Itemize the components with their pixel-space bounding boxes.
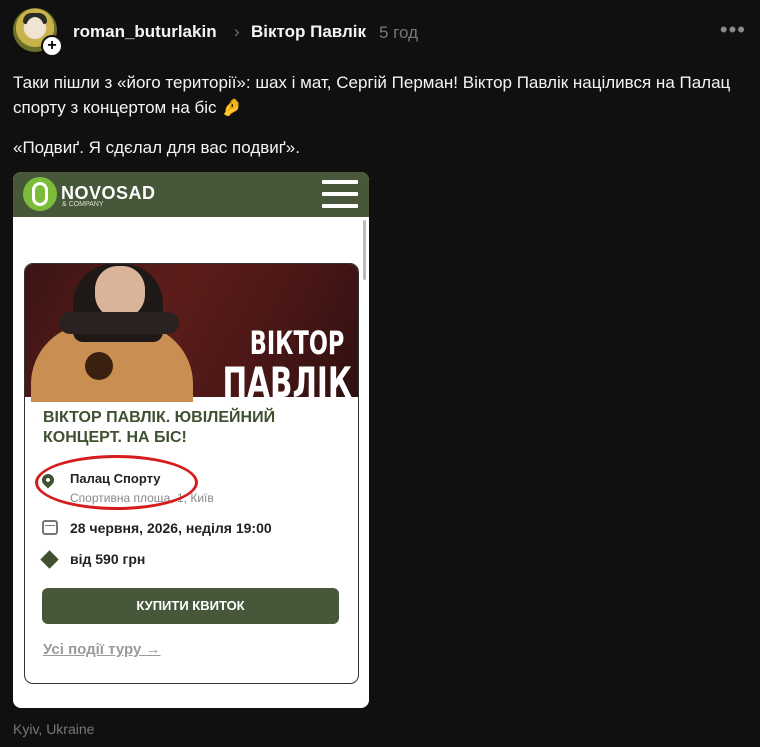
username[interactable]: roman_buturlakin (73, 22, 217, 42)
post-text: Таки пішли з «його території»: шах і мат… (13, 73, 731, 117)
event-hero-image: ВІКТОР ПАВЛІК (25, 264, 358, 407)
topic-tag[interactable]: Віктор Павлік (251, 22, 366, 42)
post-time: 5 год (379, 23, 419, 42)
attached-screenshot[interactable]: NOVOSAD & COMPANY ВІКТОР ПАВЛІК ВІКТОР П… (13, 172, 369, 708)
ticket-icon (40, 550, 59, 569)
post-location[interactable]: Kyiv, Ukraine (13, 721, 94, 737)
avatar-face (26, 17, 44, 39)
chevron-right-icon: › (234, 22, 240, 41)
event-card: ВІКТОР ПАВЛІК ВІКТОР ПАВЛІК. ЮВІЛЕЙНИЙ К… (24, 263, 359, 684)
ticket-price: від 590 грн (70, 551, 146, 567)
event-title: ВІКТОР ПАВЛІК. ЮВІЛЕЙНИЙ КОНЦЕРТ. НА БІС… (43, 409, 276, 446)
artist-head (95, 266, 145, 318)
site-logo-sub: & COMPANY (62, 201, 104, 208)
hero-name-first: ВІКТОР (249, 324, 344, 362)
calendar-icon (42, 520, 58, 535)
buy-ticket-button: КУПИТИ КВИТОК (42, 588, 339, 624)
post-quote: «Подвиґ. Я сдєлал для вас подвиґ». (13, 138, 300, 157)
red-highlight-circle (35, 455, 198, 510)
follow-plus-icon[interactable]: + (41, 35, 63, 57)
artist-arm (59, 312, 179, 334)
post-header: + roman_buturlakin › Віктор Павлік 5 год… (13, 8, 750, 57)
event-date: 28 червня, 2026, неділя 19:00 (70, 520, 272, 536)
hero-name-last: ПАВЛІК (222, 358, 352, 407)
all-tour-events-link: Усі події туру → (43, 641, 161, 658)
site-header: NOVOSAD & COMPANY (13, 172, 369, 217)
scrollbar (363, 220, 366, 280)
novosad-logo-icon (23, 177, 57, 211)
more-icon[interactable]: ••• (720, 17, 746, 43)
guitar-hole (85, 352, 113, 380)
menu-icon (322, 180, 358, 208)
